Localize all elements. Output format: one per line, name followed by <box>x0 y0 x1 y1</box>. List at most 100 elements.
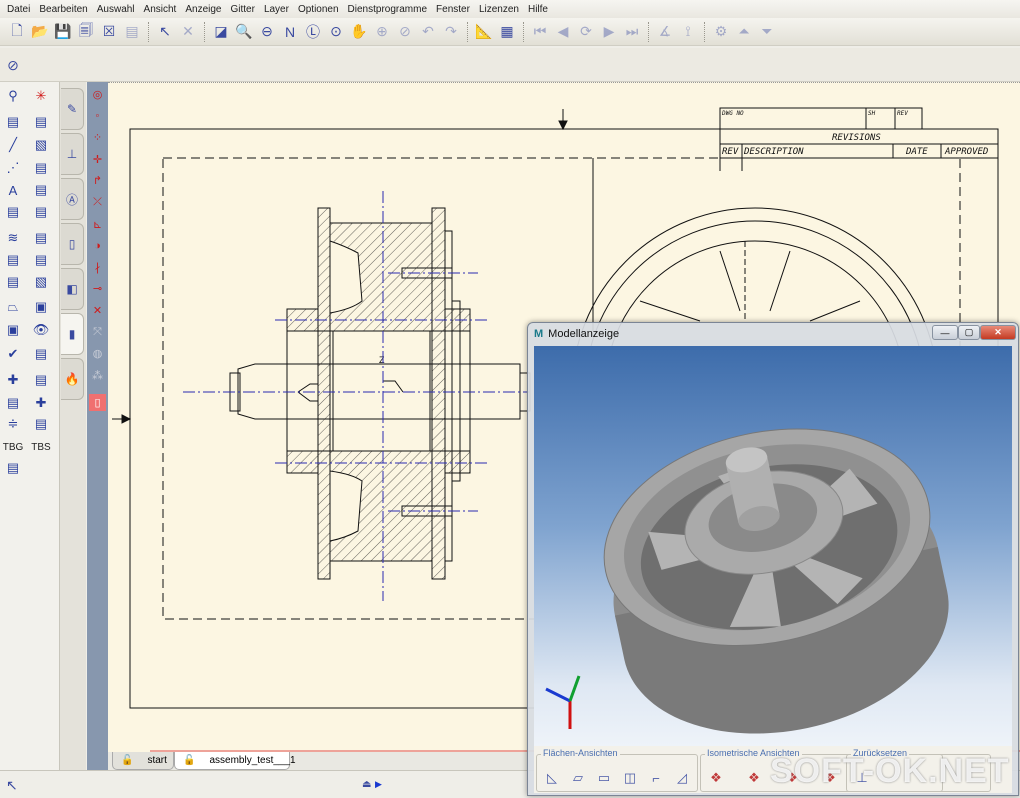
sheet-icon[interactable]: ▤ <box>2 112 24 132</box>
snap-free-icon[interactable]: ⤧ <box>89 324 106 341</box>
snap-end-icon[interactable]: ◦ <box>89 108 106 125</box>
menu-ansicht[interactable]: Ansicht <box>144 4 177 15</box>
side-tab-flame-icon[interactable]: 🔥 <box>61 358 84 400</box>
tab-start[interactable]: 🔓 start <box>112 752 174 770</box>
view-block-icon[interactable]: ▤ <box>2 202 24 222</box>
zoom-in-icon[interactable]: ⊕ <box>371 21 393 43</box>
tbs-icon[interactable]: TBS <box>30 437 52 457</box>
view-left-icon[interactable]: ⌐ <box>645 769 667 787</box>
3d-viewport[interactable] <box>534 346 1012 746</box>
menu-gitter[interactable]: Gitter <box>230 4 254 15</box>
last-icon[interactable]: ⏭ <box>621 21 643 43</box>
rotate-view-icon[interactable]: ▤ <box>30 250 52 270</box>
update-icon[interactable]: ▤ <box>30 370 52 390</box>
eject-icon[interactable]: ⏏ <box>362 779 371 790</box>
snap-parallel-icon[interactable]: ∤ <box>89 259 106 276</box>
undo-icon[interactable]: ↶ <box>417 21 439 43</box>
zoom-layer-icon[interactable]: Ⓛ <box>302 21 324 43</box>
layers-icon[interactable]: ≋ <box>2 228 24 248</box>
next-icon[interactable]: ▶ <box>598 21 620 43</box>
side-tab-view-tab-icon[interactable]: ▮ <box>61 313 84 355</box>
side-tab-constraint-icon[interactable]: ⊥ <box>61 133 84 175</box>
coordinates-folder-icon[interactable]: ▤ <box>2 272 24 292</box>
pan-hand-icon[interactable]: ✋ <box>348 21 370 43</box>
line-icon[interactable]: ╱ <box>2 135 24 155</box>
cube-point-icon[interactable]: ▧ <box>30 272 52 292</box>
zoom-name-icon[interactable]: N <box>279 21 301 43</box>
scale-icon[interactable]: ▦ <box>496 21 518 43</box>
save-all-icon[interactable]: 🗐 <box>75 21 97 43</box>
zoom-window-icon[interactable]: 🔍 <box>233 21 255 43</box>
view-top-icon[interactable]: ◫ <box>619 769 641 787</box>
iso-2-icon[interactable]: ❖ <box>743 769 765 787</box>
menu-lizenzen[interactable]: Lizenzen <box>479 4 519 15</box>
view-3d-icon[interactable]: ▣ <box>2 320 24 340</box>
print-icon[interactable]: ▤ <box>121 21 143 43</box>
snap-circle-icon[interactable]: ◑ <box>89 237 106 254</box>
menu-auswahl[interactable]: Auswahl <box>97 4 135 15</box>
previous-icon[interactable]: ◀ <box>552 21 574 43</box>
iso-1-icon[interactable]: ❖ <box>705 769 727 787</box>
menu-hilfe[interactable]: Hilfe <box>528 4 548 15</box>
zoom-out-icon[interactable]: ⊖ <box>256 21 278 43</box>
project-icon[interactable]: ▤ <box>2 393 24 413</box>
snap-cross-icon[interactable]: ✕ <box>89 302 106 319</box>
text-icon[interactable]: A <box>2 180 24 200</box>
diagonal-box-icon[interactable]: ▤ <box>30 158 52 178</box>
view-right-icon[interactable]: ◺ <box>541 769 563 787</box>
menu-datei[interactable]: Datei <box>7 4 30 15</box>
view-front-icon[interactable]: ▱ <box>567 769 589 787</box>
view-bottom-icon[interactable]: ◿ <box>671 769 693 787</box>
menu-dienstprogramme[interactable]: Dienstprogramme <box>348 4 427 15</box>
model-view-window[interactable]: M Modellanzeige — ▢ ✕ Flächen-Ansichten ◺… <box>527 322 1019 796</box>
close-document-icon[interactable]: ☒ <box>98 21 120 43</box>
redraw-icon[interactable]: ◪ <box>210 21 232 43</box>
coordinates-icon[interactable]: ▤ <box>2 250 24 270</box>
snap-angle-icon[interactable]: ∡ <box>654 21 676 43</box>
view-2d-icon[interactable]: ▣ <box>30 297 52 317</box>
close-button[interactable]: ✕ <box>980 325 1016 340</box>
dashed-line-icon[interactable]: ⋰ <box>2 158 24 178</box>
snap-cloud-icon[interactable]: ⁂ <box>89 367 106 384</box>
menu-anzeige[interactable]: Anzeige <box>185 4 221 15</box>
side-tab-dimension-pen-icon[interactable]: ✎ <box>61 88 84 130</box>
snap-frame-icon[interactable]: ▯ <box>89 394 106 412</box>
snap-settings-icon[interactable]: ◎ <box>89 86 106 103</box>
scale-line-icon[interactable]: ▤ <box>30 180 52 200</box>
zoom-previous-icon[interactable]: ⊘ <box>394 21 416 43</box>
delete-icon[interactable]: ✕ <box>177 21 199 43</box>
settings-icon[interactable]: ≑ <box>2 414 24 434</box>
ucp-icon[interactable]: ▤ <box>30 112 52 132</box>
snap-point-icon[interactable]: ⚲ <box>2 86 24 106</box>
✲-icon[interactable]: ✳ <box>30 86 52 106</box>
maximize-button[interactable]: ▢ <box>958 325 980 340</box>
layers-delete-icon[interactable]: ▤ <box>30 228 52 248</box>
minimize-button[interactable]: — <box>932 325 958 340</box>
select-arrow-icon[interactable]: ↖ <box>6 777 18 794</box>
section-icon[interactable]: ⏢ <box>2 297 24 317</box>
open-folder-icon[interactable]: 📂 <box>29 21 51 43</box>
select-arrow-icon[interactable]: ↖ <box>154 21 176 43</box>
snap-mid-icon[interactable]: ⤫ <box>89 194 106 211</box>
snap-grid-icon[interactable]: ⁘ <box>89 129 106 146</box>
assembly-icon[interactable]: ⚙ <box>710 21 732 43</box>
check-icon[interactable]: ✔ <box>2 344 24 364</box>
menu-bearbeiten[interactable]: Bearbeiten <box>39 4 87 15</box>
snap-arc-icon[interactable]: ↱ <box>89 172 106 189</box>
new-document-icon[interactable]: 🗋 <box>6 21 28 43</box>
snap-tree-icon[interactable]: ⟟ <box>677 21 699 43</box>
save-icon[interactable]: 💾 <box>52 21 74 43</box>
side-tab-document-icon[interactable]: ▯ <box>61 223 84 265</box>
merge-icon[interactable]: ✚ <box>30 393 52 413</box>
visibility-eye-icon[interactable]: 👁 <box>30 320 52 340</box>
view-back-icon[interactable]: ▭ <box>593 769 615 787</box>
snap-sphere-icon[interactable]: ◍ <box>89 345 106 362</box>
snap-intersect-icon[interactable]: ✛ <box>89 151 106 168</box>
tab-assembly-test[interactable]: 🔓 assembly_test___1 <box>174 752 296 770</box>
cycle-icon[interactable]: ⟳ <box>575 21 597 43</box>
move-up-icon[interactable]: ⏶ <box>733 21 755 43</box>
menu-optionen[interactable]: Optionen <box>298 4 339 15</box>
menu-fenster[interactable]: Fenster <box>436 4 470 15</box>
box-3d-icon[interactable]: ▧ <box>30 135 52 155</box>
move-down-icon[interactable]: ⏷ <box>756 21 778 43</box>
